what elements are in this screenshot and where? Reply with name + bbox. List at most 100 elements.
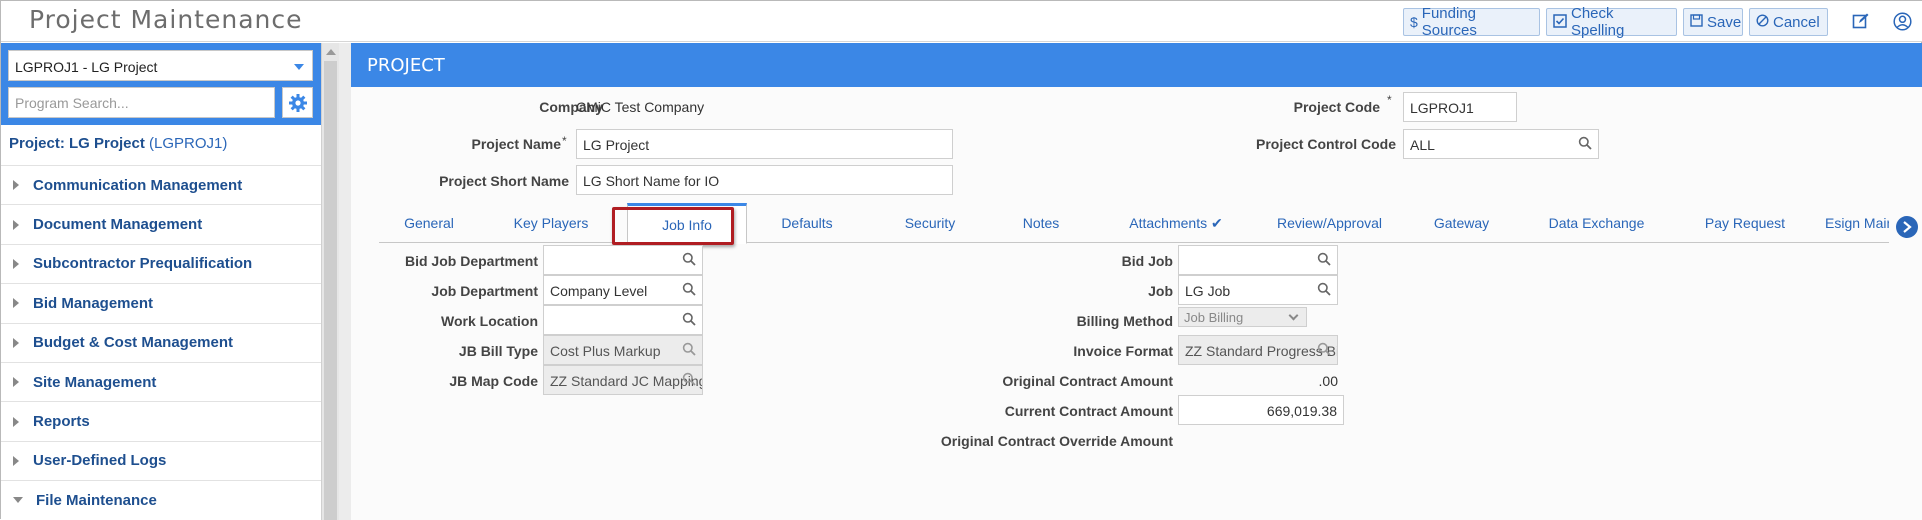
tab-general[interactable]: General xyxy=(379,203,479,243)
sidebar-item-budget-cost-management[interactable]: Budget & Cost Management xyxy=(1,322,321,362)
sidebar-item-file-maintenance[interactable]: File Maintenance xyxy=(1,480,321,519)
sidebar-item-communication-management[interactable]: Communication Management xyxy=(1,165,321,204)
chevron-right-icon xyxy=(13,377,19,388)
invoice-format-field: ZZ Standard Progress Billing xyxy=(1178,335,1338,365)
job-field[interactable]: LG Job xyxy=(1178,275,1338,305)
chevron-down-icon xyxy=(13,497,23,504)
project-code-field[interactable]: LGPROJ1 xyxy=(1403,92,1517,122)
search-icon[interactable] xyxy=(1317,282,1331,296)
search-icon[interactable] xyxy=(682,252,696,266)
tab-key-players[interactable]: Key Players xyxy=(491,203,611,243)
sidebar-item-label: File Maintenance xyxy=(36,491,157,509)
job-department-value: Company Level xyxy=(550,283,648,299)
sidebar-menu: Communication Management Document Manage… xyxy=(1,165,321,520)
tab-esign-main[interactable]: Esign Main xyxy=(1825,203,1889,243)
chevron-down-icon xyxy=(1288,310,1299,321)
chevron-right-icon xyxy=(13,298,19,309)
company-value: CMiC Test Company xyxy=(576,99,705,115)
main-panel: PROJECT Company CMiC Test Company Projec… xyxy=(351,43,1922,520)
chevron-right-icon xyxy=(13,455,19,466)
sidebar-item-user-defined-logs[interactable]: User-Defined Logs xyxy=(1,440,321,480)
jb-map-code-field: ZZ Standard JC Mapping xyxy=(543,365,703,395)
tab-defaults[interactable]: Defaults xyxy=(749,203,865,243)
cancel-button[interactable]: Cancel xyxy=(1749,8,1828,36)
search-icon xyxy=(1317,342,1331,356)
project-control-code-field[interactable]: ALL xyxy=(1403,129,1599,159)
project-name-field[interactable]: LG Project xyxy=(576,129,953,159)
job-value: LG Job xyxy=(1185,283,1231,299)
work-location-field[interactable] xyxy=(543,305,703,335)
scroll-up-icon[interactable] xyxy=(326,49,336,55)
sidebar-item-label: Document Management xyxy=(33,216,203,234)
settings-button[interactable] xyxy=(282,87,313,118)
search-icon[interactable] xyxy=(1317,252,1331,266)
tab-security[interactable]: Security xyxy=(875,203,985,243)
search-icon[interactable] xyxy=(682,282,696,296)
section-header: PROJECT xyxy=(351,43,1922,87)
jb-bill-type-value: Cost Plus Markup xyxy=(550,343,661,359)
chevron-right-icon xyxy=(1903,221,1912,233)
sidebar-item-label: Bid Management xyxy=(33,294,154,312)
job-department-field[interactable]: Company Level xyxy=(543,275,703,305)
top-bar: Project Maintenance $ Funding Sources Ch… xyxy=(1,1,1922,42)
sidebar-scrollbar[interactable] xyxy=(321,43,339,520)
sidebar: LGPROJ1 - LG Project Program Search... P… xyxy=(1,43,321,520)
work-location-label: Work Location xyxy=(441,313,538,329)
chevron-right-icon xyxy=(13,180,19,191)
project-short-name-label: Project Short Name xyxy=(439,173,569,189)
search-icon[interactable] xyxy=(1578,136,1592,150)
sidebar-item-label: Site Management xyxy=(33,373,157,391)
chevron-right-icon xyxy=(13,337,19,348)
check-spelling-button[interactable]: Check Spelling xyxy=(1546,5,1677,39)
project-select[interactable]: LGPROJ1 - LG Project xyxy=(8,50,313,81)
original-contract-amount-value: .00 xyxy=(1318,373,1338,389)
required-asterisk: * xyxy=(562,134,567,148)
project-select-value: LGPROJ1 - LG Project xyxy=(15,59,158,75)
sidebar-item-label: Reports xyxy=(33,413,90,431)
billing-method-select: Job Billing xyxy=(1178,307,1307,327)
project-short-name-field[interactable]: LG Short Name for IO xyxy=(576,165,953,195)
chevron-down-icon xyxy=(294,64,304,70)
tab-attachments[interactable]: Attachments ✔ xyxy=(1101,203,1251,243)
tab-gateway[interactable]: Gateway xyxy=(1409,203,1514,243)
tab-data-exchange[interactable]: Data Exchange xyxy=(1529,203,1664,243)
sidebar-item-bid-management[interactable]: Bid Management xyxy=(1,283,321,322)
project-title: Project: LG Project (LGPROJ1) xyxy=(9,135,227,152)
jb-bill-type-field: Cost Plus Markup xyxy=(543,335,703,365)
project-code-label: Project Code xyxy=(1293,99,1380,115)
program-search-input[interactable]: Program Search... xyxy=(8,87,275,118)
job-department-label: Job Department xyxy=(431,283,538,299)
funding-sources-button[interactable]: $ Funding Sources xyxy=(1403,5,1540,39)
tabs-next-button[interactable] xyxy=(1896,216,1918,238)
tab-pay-request[interactable]: Pay Request xyxy=(1675,203,1815,243)
project-title-name: Project: LG Project xyxy=(9,135,145,152)
sidebar-item-document-management[interactable]: Document Management xyxy=(1,204,321,243)
sidebar-item-subcontractor-prequalification[interactable]: Subcontractor Prequalification xyxy=(1,243,321,283)
project-control-code-label: Project Control Code xyxy=(1255,136,1396,152)
bid-job-department-field[interactable] xyxy=(543,245,703,275)
scrollbar-thumb[interactable] xyxy=(324,61,337,520)
user-icon[interactable] xyxy=(1891,10,1913,32)
cancel-label: Cancel xyxy=(1773,13,1820,31)
billing-method-value: Job Billing xyxy=(1184,310,1244,325)
edit-icon[interactable] xyxy=(1850,10,1872,32)
jb-map-code-label: JB Map Code xyxy=(449,373,538,389)
tab-bar: General Key Players Job Info Defaults Se… xyxy=(379,203,1889,244)
jb-map-code-value: ZZ Standard JC Mapping xyxy=(550,373,703,389)
sidebar-item-reports[interactable]: Reports xyxy=(1,401,321,440)
chevron-right-icon xyxy=(13,219,19,230)
current-contract-amount-field[interactable]: 669,019.38 xyxy=(1178,395,1344,425)
tab-review-approval[interactable]: Review/Approval xyxy=(1257,203,1402,243)
app-frame: Project Maintenance $ Funding Sources Ch… xyxy=(0,0,1922,520)
splitter[interactable] xyxy=(339,43,351,520)
invoice-format-label: Invoice Format xyxy=(1073,343,1173,359)
sidebar-item-site-management[interactable]: Site Management xyxy=(1,361,321,401)
current-contract-amount-label: Current Contract Amount xyxy=(1004,403,1173,419)
search-icon[interactable] xyxy=(682,312,696,326)
sidebar-item-label: User-Defined Logs xyxy=(33,452,167,470)
sidebar-item-label: Subcontractor Prequalification xyxy=(33,255,253,273)
save-button[interactable]: Save xyxy=(1683,8,1743,36)
check-square-icon xyxy=(1553,13,1567,31)
bid-job-field[interactable] xyxy=(1178,245,1338,275)
tab-notes[interactable]: Notes xyxy=(991,203,1091,243)
